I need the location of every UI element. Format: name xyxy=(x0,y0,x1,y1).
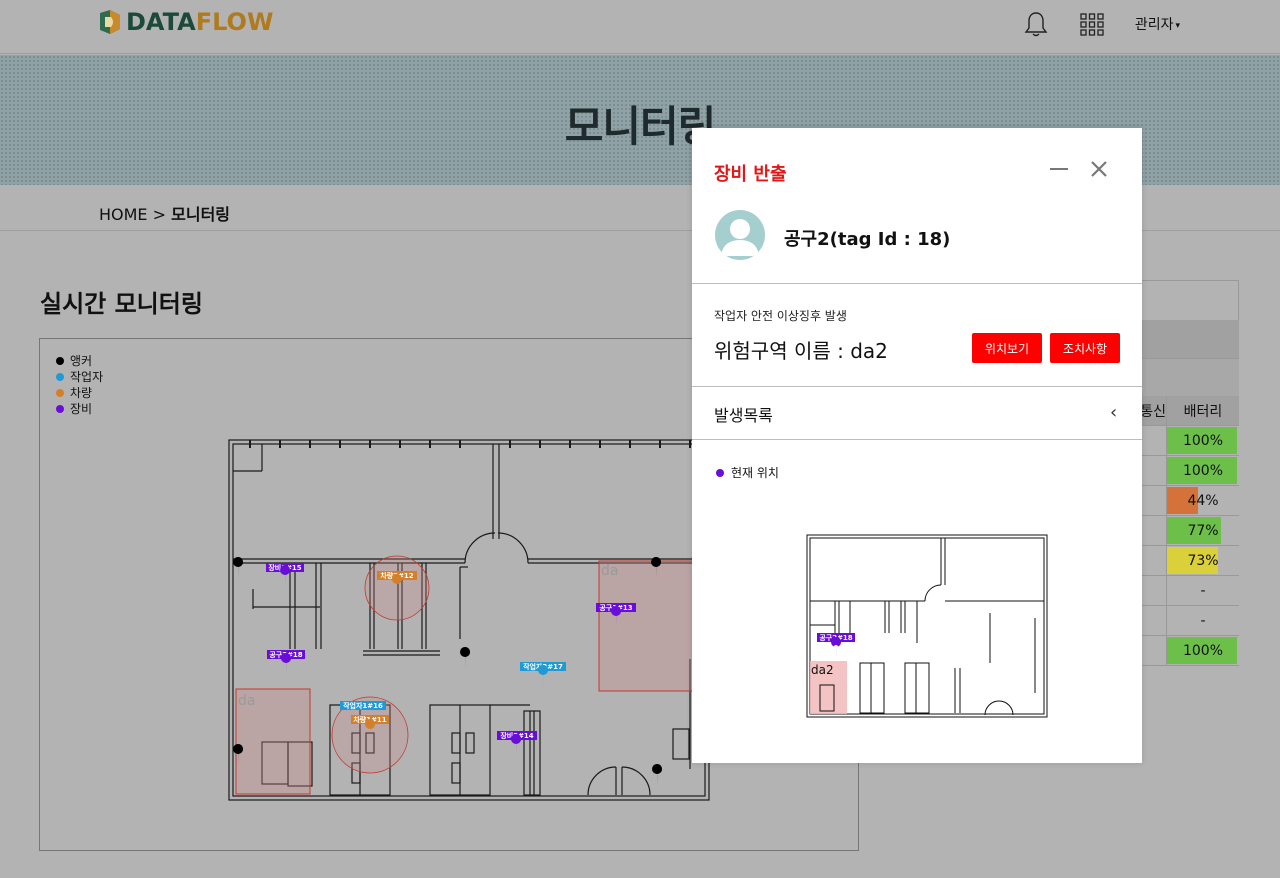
worker-marker-icon[interactable] xyxy=(538,665,549,687)
table-row[interactable]: - xyxy=(1140,576,1239,606)
battery-cell: 44% xyxy=(1167,486,1239,515)
table-caption-row xyxy=(1140,280,1239,320)
anchor-marker-icon[interactable] xyxy=(460,647,471,669)
breadcrumb: HOME > 모니터링 xyxy=(99,201,230,225)
divider xyxy=(692,439,1142,440)
breadcrumb-current: 모니터링 xyxy=(171,205,231,224)
equipment-alert-modal: 장비 반출 공구2(tag Id : 18) 작업자 안전 이상징후 발생 위험… xyxy=(692,128,1142,763)
mini-zone-label: da2 xyxy=(811,663,834,677)
chevron-left-icon[interactable]: ‹ xyxy=(1110,402,1117,423)
table-cell xyxy=(1140,426,1167,455)
logo-mark-icon xyxy=(100,10,120,34)
action-button[interactable]: 조치사항 xyxy=(1050,333,1120,363)
battery-cell: 100% xyxy=(1167,636,1239,665)
battery-value: - xyxy=(1200,582,1206,599)
table-row[interactable]: 73% xyxy=(1140,546,1239,576)
battery-value: 100% xyxy=(1182,462,1224,479)
battery-cell: 73% xyxy=(1167,546,1239,575)
battery-cell: - xyxy=(1167,576,1239,605)
table-header-battery: 배터리 xyxy=(1183,403,1223,420)
breadcrumb-home[interactable]: HOME xyxy=(99,205,148,224)
close-icon[interactable] xyxy=(1090,160,1108,178)
table-row[interactable]: 77% xyxy=(1140,516,1239,546)
table-row[interactable]: 100% xyxy=(1140,636,1239,666)
table-header-comm: 통신 xyxy=(1140,403,1166,420)
history-label[interactable]: 발생목록 xyxy=(714,402,773,426)
top-navbar: DATAFLOW 관리자 ▾ xyxy=(0,0,1280,54)
user-silhouette-icon xyxy=(721,219,759,256)
logo[interactable]: DATAFLOW xyxy=(98,8,273,36)
breadcrumb-separator: > xyxy=(152,205,167,224)
table-cell xyxy=(1140,456,1167,485)
danger-zone-label: da xyxy=(238,693,255,709)
anchor-marker-icon[interactable] xyxy=(233,557,244,579)
table-cell xyxy=(1140,486,1167,515)
equipment-marker-icon[interactable] xyxy=(280,565,291,587)
table-cell xyxy=(1140,606,1167,635)
danger-zone-name: 위험구역 이름 : da2 xyxy=(714,339,888,363)
alert-subtitle: 작업자 안전 이상징후 발생 xyxy=(714,309,847,323)
table-row[interactable]: 100% xyxy=(1140,456,1239,486)
battery-value: 44% xyxy=(1187,492,1219,509)
section-title: 실시간 모니터링 xyxy=(40,290,203,318)
battery-cell: 100% xyxy=(1167,456,1239,485)
modal-title: 장비 반출 xyxy=(714,164,787,185)
danger-zone-label-2: da xyxy=(601,563,618,579)
battery-value: 100% xyxy=(1182,642,1224,659)
divider xyxy=(692,283,1142,284)
table-cell xyxy=(1140,636,1167,665)
apps-grid-icon[interactable] xyxy=(1079,10,1105,38)
battery-cell: 77% xyxy=(1167,516,1239,545)
table-cell xyxy=(1140,516,1167,545)
divider xyxy=(692,386,1142,387)
table-cell xyxy=(1140,546,1167,575)
tag-name: 공구2(tag Id : 18) xyxy=(784,229,951,250)
bell-icon[interactable] xyxy=(1023,10,1049,38)
avatar xyxy=(715,210,765,260)
table-header-row: 통신 배터리 xyxy=(1140,396,1239,426)
minimize-icon[interactable] xyxy=(1050,168,1068,170)
current-position-legend: 현재 위치 xyxy=(716,464,779,481)
equipment-dot-icon xyxy=(716,468,724,477)
equipment-marker-icon[interactable] xyxy=(511,734,522,756)
caret-down-icon: ▾ xyxy=(1175,21,1180,31)
logo-text: DATAFLOW xyxy=(126,8,274,36)
marker-label: 작업자1#16 xyxy=(343,701,383,710)
table-group-row xyxy=(1140,320,1239,358)
anchor-marker-icon[interactable] xyxy=(652,764,663,786)
battery-value: 77% xyxy=(1187,522,1219,539)
battery-value: 100% xyxy=(1182,432,1224,449)
table-row[interactable]: 44% xyxy=(1140,486,1239,516)
table-body: 100% 100% 44% 77% 73% - - 100% xyxy=(1140,426,1239,666)
battery-cell: - xyxy=(1167,606,1239,635)
battery-cell: 100% xyxy=(1167,426,1239,455)
view-location-button[interactable]: 위치보기 xyxy=(972,333,1042,363)
equipment-marker-icon[interactable] xyxy=(281,653,292,675)
device-status-table: 통신 배터리 100% 100% 44% 77% 73% - - 100% xyxy=(1140,280,1239,666)
table-cell xyxy=(1140,576,1167,605)
admin-menu[interactable]: 관리자 ▾ xyxy=(1135,14,1180,34)
battery-value: - xyxy=(1200,612,1206,629)
admin-label: 관리자 xyxy=(1134,17,1174,33)
table-group-row-2 xyxy=(1140,358,1239,396)
battery-value: 73% xyxy=(1187,552,1219,569)
table-row[interactable]: 100% xyxy=(1140,426,1239,456)
table-row[interactable]: - xyxy=(1140,606,1239,636)
mini-floor-plan[interactable]: da2 공구2#18 xyxy=(805,533,1050,719)
